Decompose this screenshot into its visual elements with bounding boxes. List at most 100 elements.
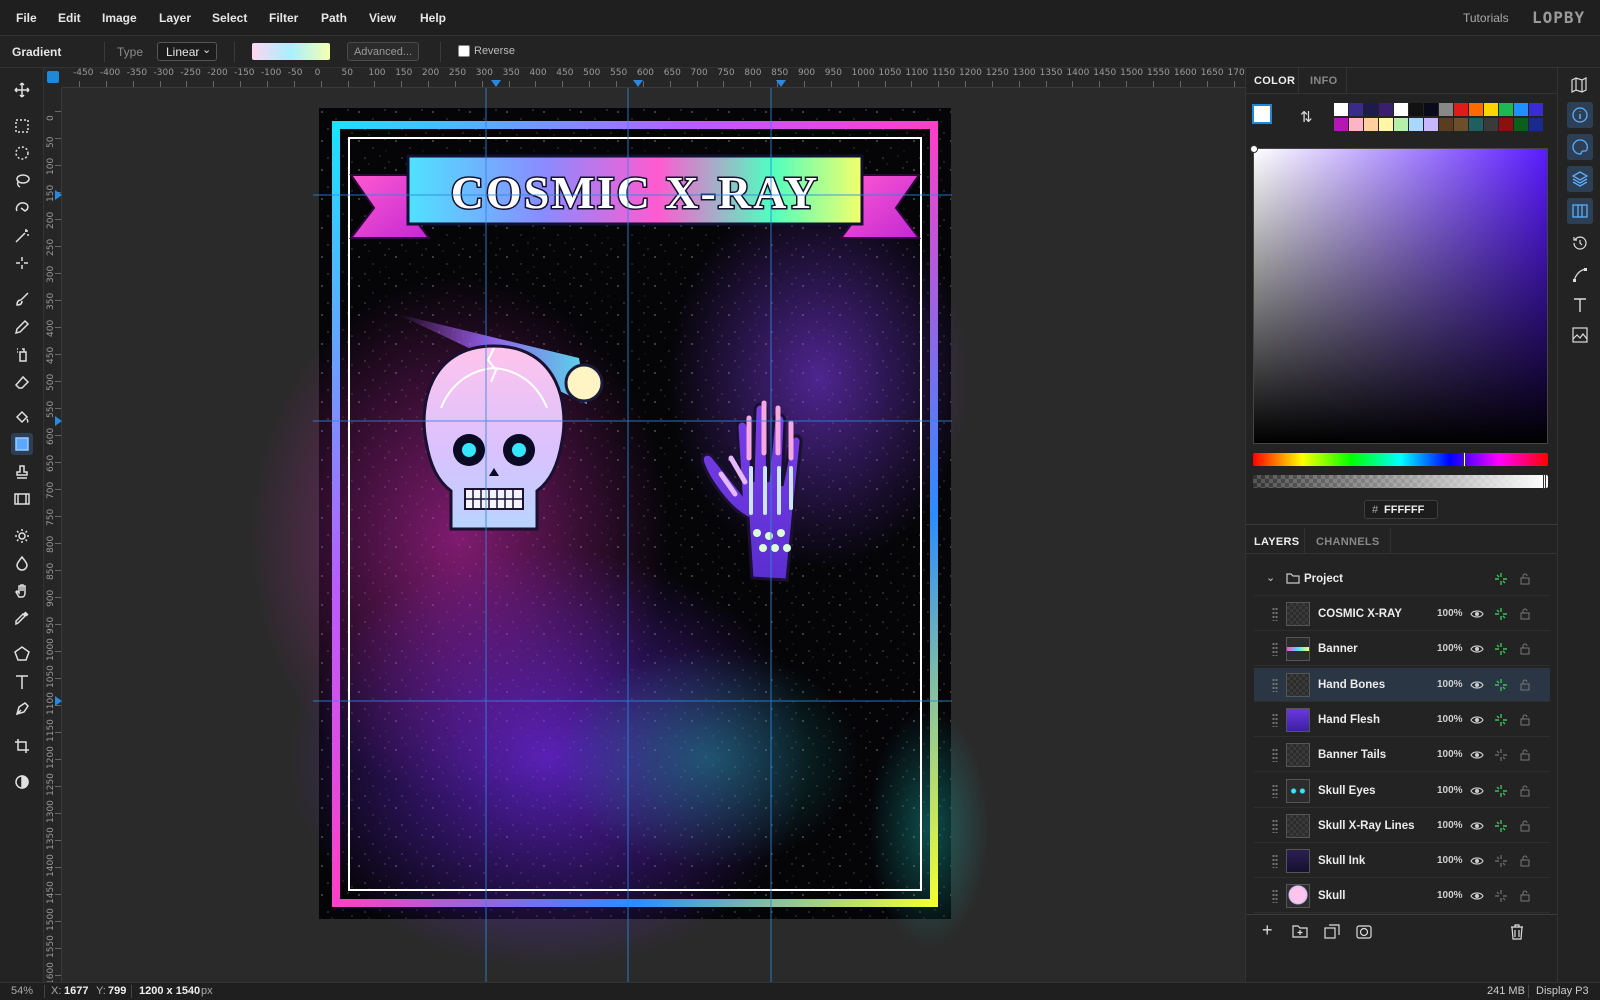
color-swatch[interactable]	[1394, 118, 1408, 131]
color-swatch[interactable]	[1439, 118, 1453, 131]
alpha-handle[interactable]	[1543, 474, 1546, 489]
magic-wand-tool[interactable]	[11, 225, 33, 247]
advanced-button[interactable]: Advanced...	[347, 42, 419, 61]
menu-select[interactable]: Select	[212, 11, 247, 25]
gradient-tool[interactable]	[11, 433, 33, 455]
reverse-checkbox[interactable]	[458, 45, 470, 57]
layer-opacity[interactable]: 100%	[1437, 679, 1463, 690]
effects-icon[interactable]	[1494, 784, 1508, 798]
trash-icon[interactable]	[1510, 924, 1524, 940]
color-swatch[interactable]	[1469, 103, 1483, 116]
eye-icon[interactable]	[1470, 607, 1484, 621]
paths-icon[interactable]	[1572, 267, 1588, 283]
bucket-tool[interactable]	[11, 406, 33, 428]
history-icon[interactable]	[1572, 235, 1588, 251]
type-select[interactable]: Linear ⌄	[157, 42, 217, 61]
menu-path[interactable]: Path	[321, 11, 347, 25]
tab-layers[interactable]: LAYERS	[1254, 536, 1299, 548]
color-swatch[interactable]	[1364, 118, 1378, 131]
color-swatch[interactable]	[1484, 118, 1498, 131]
lasso-tool[interactable]	[11, 170, 33, 192]
duplicate-icon[interactable]	[1324, 924, 1340, 940]
lock-icon[interactable]	[1518, 819, 1532, 833]
menu-help[interactable]: Help	[420, 11, 446, 25]
color-swatch[interactable]	[1334, 118, 1348, 131]
layer-row[interactable]: Hand Bones 100%	[1254, 667, 1550, 702]
layer-row[interactable]: Skull Eyes 100%	[1254, 774, 1550, 808]
eye-icon[interactable]	[1470, 713, 1484, 727]
document-canvas[interactable]: COSMIC X-RAY	[62, 88, 1245, 982]
drag-handle-icon[interactable]	[1272, 748, 1278, 763]
brush-tool[interactable]	[11, 288, 33, 310]
color-swatch[interactable]	[1349, 103, 1363, 116]
effects-icon[interactable]	[1494, 678, 1508, 692]
layer-opacity[interactable]: 100%	[1437, 749, 1463, 760]
color-swatch[interactable]	[1439, 103, 1453, 116]
color-swatch[interactable]	[1484, 103, 1498, 116]
lock-icon[interactable]	[1518, 678, 1532, 692]
menu-file[interactable]: File	[16, 11, 37, 25]
drag-handle-icon[interactable]	[1272, 607, 1278, 621]
effects-icon[interactable]	[1494, 642, 1508, 656]
character-icon[interactable]	[1572, 297, 1588, 313]
menu-view[interactable]: View	[369, 11, 396, 25]
stamp-tool[interactable]	[11, 461, 33, 483]
lock-icon[interactable]	[1518, 642, 1532, 656]
drag-handle-icon[interactable]	[1272, 677, 1278, 692]
guide-marker[interactable]	[55, 416, 62, 426]
layer-row[interactable]: Banner Tails 100%	[1254, 738, 1550, 773]
layer-row[interactable]: Skull X-Ray Lines 100%	[1254, 809, 1550, 843]
lock-icon[interactable]	[1518, 784, 1532, 798]
color-swatch[interactable]	[1379, 103, 1393, 116]
guide-marker[interactable]	[776, 80, 786, 87]
layer-row[interactable]: Skull Ink 100%	[1254, 844, 1550, 879]
hex-input[interactable]: # FFFFFF	[1364, 500, 1438, 519]
eye-icon[interactable]	[1470, 854, 1484, 868]
color-swatch[interactable]	[1469, 118, 1483, 131]
swatch-grid[interactable]	[1334, 103, 1550, 133]
color-swatch[interactable]	[1379, 118, 1393, 131]
eye-icon[interactable]	[1470, 748, 1484, 762]
pattern-stamp-tool[interactable]	[11, 488, 33, 510]
eraser-tool[interactable]	[11, 371, 33, 393]
eye-icon[interactable]	[1470, 678, 1484, 692]
color-swatch[interactable]	[1424, 103, 1438, 116]
drag-handle-icon[interactable]	[1272, 783, 1278, 798]
add-layer-icon[interactable]: +	[1262, 920, 1273, 941]
zoom-level[interactable]: 54%	[11, 985, 33, 997]
hand-tool[interactable]	[11, 580, 33, 602]
guide-marker[interactable]	[491, 80, 501, 87]
spray-tool[interactable]	[11, 343, 33, 365]
color-swatch[interactable]	[1409, 118, 1423, 131]
eye-icon[interactable]	[1470, 642, 1484, 656]
guide-marker[interactable]	[55, 696, 62, 706]
lock-icon[interactable]	[1518, 889, 1532, 903]
menu-layer[interactable]: Layer	[159, 11, 191, 25]
burn-tool[interactable]	[11, 552, 33, 574]
color-swatch[interactable]	[1514, 103, 1528, 116]
guide-marker[interactable]	[55, 190, 62, 200]
layer-row[interactable]: Skull 100%	[1254, 879, 1550, 914]
layer-opacity[interactable]: 100%	[1437, 785, 1463, 796]
menu-image[interactable]: Image	[102, 11, 137, 25]
layer-opacity[interactable]: 100%	[1437, 855, 1463, 866]
layer-opacity[interactable]: 100%	[1437, 714, 1463, 725]
color-swatch[interactable]	[1334, 103, 1348, 116]
drag-handle-icon[interactable]	[1272, 889, 1278, 904]
color-swatch[interactable]	[1349, 118, 1363, 131]
color-swatch[interactable]	[1529, 118, 1543, 131]
saturation-picker[interactable]	[1250, 145, 1548, 444]
lock-icon[interactable]	[1518, 854, 1532, 868]
layer-opacity[interactable]: 100%	[1437, 890, 1463, 901]
image-adjust-icon[interactable]	[1572, 327, 1588, 343]
layer-opacity[interactable]: 100%	[1437, 608, 1463, 619]
effects-icon[interactable]	[1494, 889, 1508, 903]
pencil-tool[interactable]	[11, 316, 33, 338]
tab-color[interactable]: COLOR	[1254, 75, 1295, 87]
picker-handle[interactable]	[1250, 145, 1258, 153]
eyedropper-tool[interactable]	[11, 607, 33, 629]
guide-marker[interactable]	[633, 80, 643, 87]
effects-icon[interactable]	[1494, 748, 1508, 762]
layer-opacity[interactable]: 100%	[1437, 643, 1463, 654]
effects-icon[interactable]	[1494, 819, 1508, 833]
